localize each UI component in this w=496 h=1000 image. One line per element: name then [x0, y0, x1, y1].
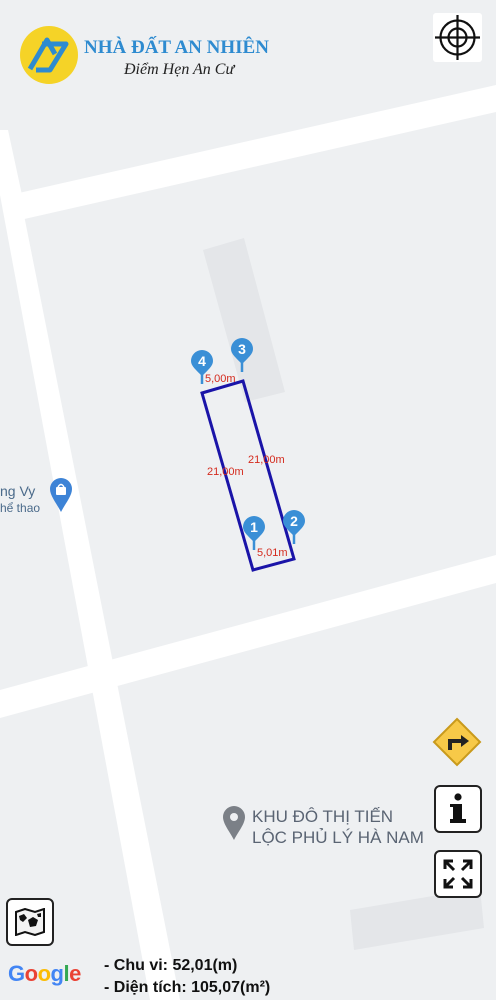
poi-main-line-1: KHU ĐÔ THỊ TIẾN [252, 807, 394, 826]
world-map-icon [15, 908, 45, 936]
poi-main-label[interactable]: KHU ĐÔ THỊ TIẾN LỘC PHỦ LÝ HÀ NAM [252, 806, 424, 848]
google-attribution: Google [8, 961, 81, 987]
fullscreen-button[interactable] [434, 850, 482, 898]
edge-label-4: 21,00m [207, 466, 244, 478]
info-button[interactable] [434, 785, 482, 833]
poi-shop-category: hể thao [0, 501, 41, 515]
directions-button[interactable] [432, 717, 482, 767]
vertex-marker-label: 4 [198, 353, 206, 369]
parcel-stats: - Chu vi: 52,01(m) - Diện tích: 105,07(m… [104, 955, 270, 999]
perimeter-text: - Chu vi: 52,01(m) [104, 957, 238, 974]
google-letter: o [37, 961, 51, 986]
brand-name: NHÀ ĐẤT AN NHIÊN [84, 37, 269, 58]
vertex-marker-label: 2 [290, 513, 298, 529]
edge-label-3: 5,00m [205, 373, 236, 385]
map-type-button[interactable] [6, 898, 54, 946]
map-canvas[interactable]: 5,01m 21,00m 5,00m 21,00m 1 2 3 4 [0, 0, 496, 1000]
edge-label-1: 5,01m [257, 547, 288, 559]
area-text: - Diện tích: 105,07(m²) [104, 979, 271, 996]
brand-header: NHÀ ĐẤT AN NHIÊN Điểm Hẹn An Cư [20, 26, 270, 84]
google-letter: g [50, 961, 64, 986]
crosshair-icon [435, 15, 480, 60]
edge-label-2: 21,00m [248, 454, 285, 466]
turn-right-sign-icon [432, 717, 482, 767]
google-letter: G [8, 961, 25, 986]
poi-shop-name[interactable]: ng Vy [0, 483, 35, 499]
vertex-marker-label: 3 [238, 341, 246, 357]
vertex-marker-label: 1 [250, 519, 258, 535]
poi-main-line-2: LỘC PHỦ LÝ HÀ NAM [252, 828, 424, 847]
locate-button[interactable] [433, 13, 482, 62]
brand-logo [20, 26, 78, 84]
info-icon [450, 793, 466, 823]
google-letter: e [69, 961, 81, 986]
fullscreen-icon [443, 859, 473, 889]
google-letter: o [24, 961, 38, 986]
brand-slogan: Điểm Hẹn An Cư [124, 61, 235, 78]
